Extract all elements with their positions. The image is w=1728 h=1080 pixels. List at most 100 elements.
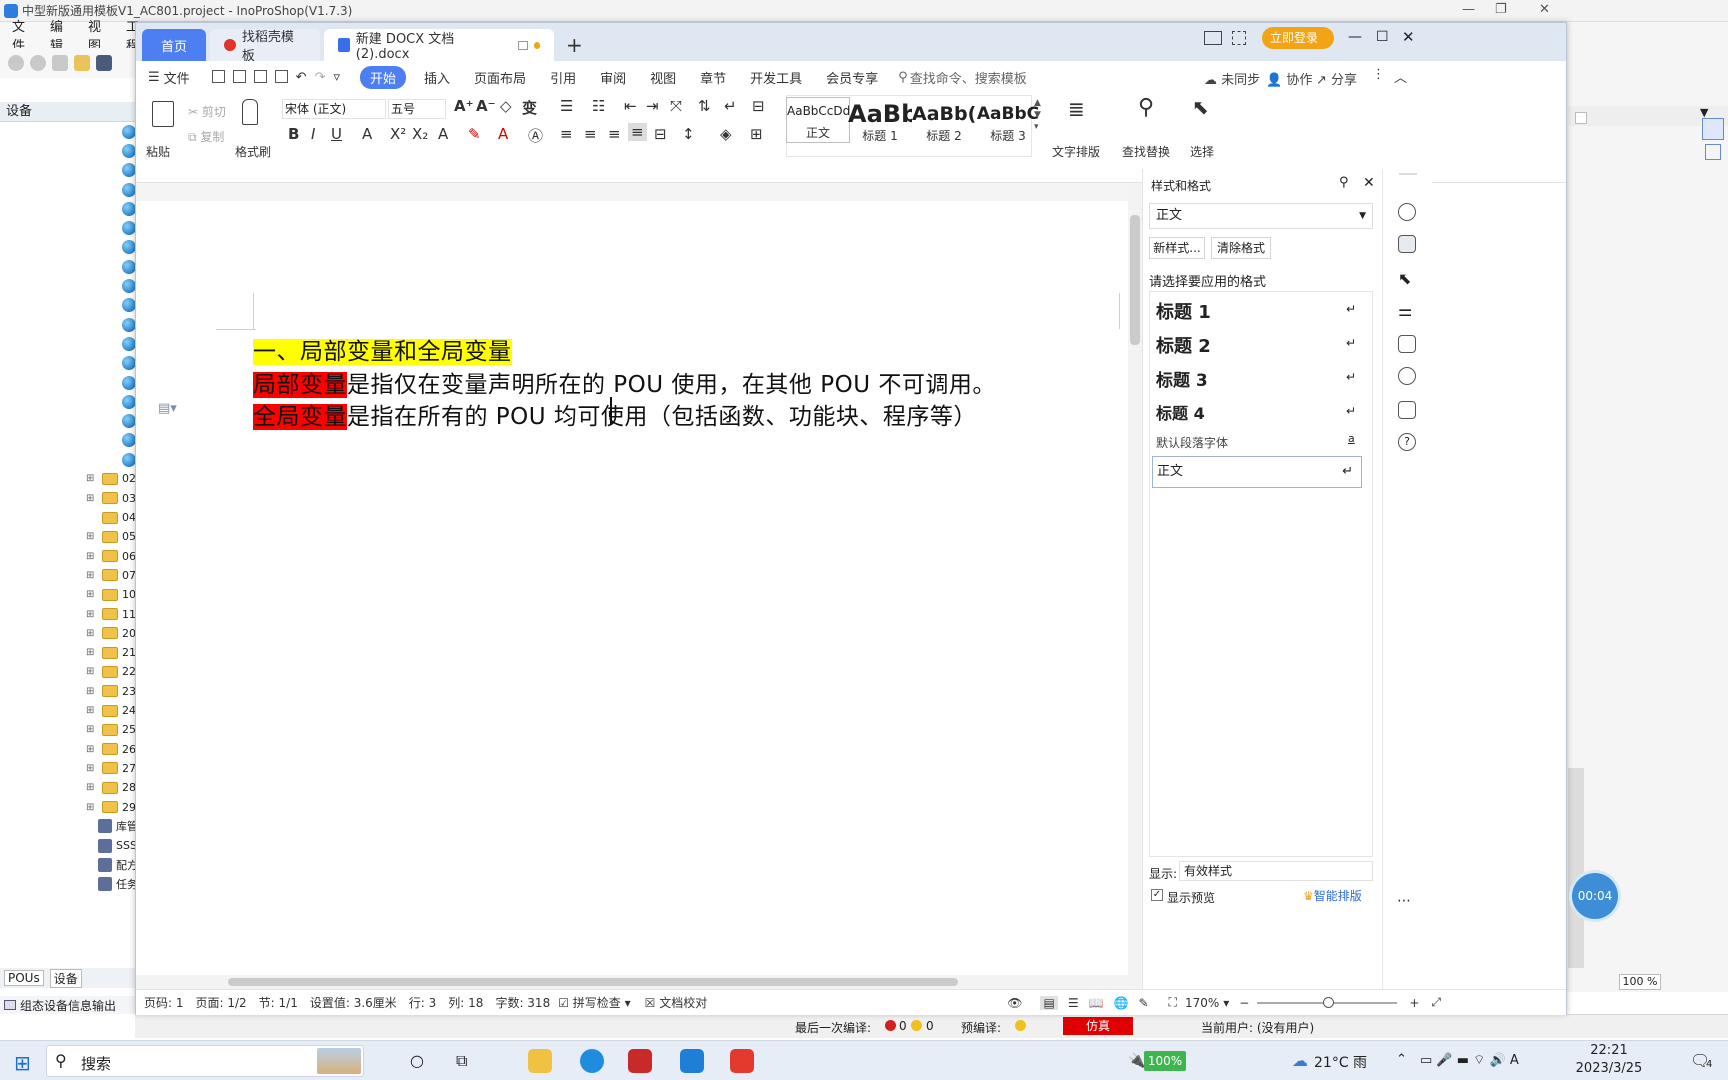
page-view-icon[interactable]: ▤ [1040,995,1058,1010]
text-direction-icon[interactable]: ⤧ [670,97,682,115]
status-setting[interactable]: 设置值: 3.6厘米 [310,994,397,1011]
collab-button[interactable]: 👤 协作 [1266,69,1312,88]
show-filter-select[interactable]: 有效样式 [1179,861,1373,881]
sync-status[interactable]: ☁ 未同步 [1204,69,1260,88]
tree-item-row[interactable]: 配方 [0,855,150,874]
tree-device-row[interactable] [0,315,150,334]
close-icon[interactable]: ✕ [1539,2,1550,17]
status-page-code[interactable]: 页码: 1 [144,994,184,1011]
edge-icon[interactable] [580,1049,604,1073]
recording-timer[interactable]: 00:04 [1572,873,1618,919]
font-size-select[interactable]: 五号 [388,99,446,119]
help-icon[interactable]: ? [1398,433,1416,451]
book-icon[interactable] [1398,401,1416,419]
tree-folder-row[interactable]: ⊞27_P [0,759,150,778]
rocket-icon[interactable] [1398,203,1416,221]
tree-device-row[interactable] [0,354,150,373]
font-name-select[interactable]: 宋体 (正文) [282,99,386,119]
style-list-normal[interactable]: 正文 ↵ [1152,456,1362,488]
grow-font-icon[interactable]: A⁺ [454,97,474,115]
new-tab-button[interactable]: + [558,29,591,61]
inoproshop-icon[interactable] [680,1049,704,1073]
tree-device-row[interactable] [0,141,150,160]
distributed-icon[interactable]: ⊟ [654,125,667,143]
tab-template[interactable]: 找稻壳模板 [210,29,320,64]
numbered-list-icon[interactable]: ☷ [592,97,605,115]
layout-icon[interactable] [1204,31,1222,45]
style-list-heading-3[interactable]: 标题 3 [1156,366,1208,391]
menu-chapter[interactable]: 章节 [688,68,738,87]
search-icon[interactable]: ⚲ [898,70,908,85]
italic-icon[interactable]: I [311,125,315,143]
menu-review[interactable]: 审阅 [588,68,638,87]
doc-line-2[interactable]: 全局变量是指在所有的 POU 均可使用（包括函数、功能块、程序等） [253,397,977,431]
wps-minimize-icon[interactable]: — [1348,29,1362,45]
tab-document[interactable]: 新建 DOCX 文档 (2).docx [324,29,554,62]
current-style-select[interactable]: 正文 ▼ [1149,203,1373,229]
open-folder-icon[interactable] [74,55,90,71]
menu-references[interactable]: 引用 [538,68,588,87]
style-normal[interactable]: AaBbCcDd 正文 [786,97,850,143]
forward-icon[interactable] [30,55,46,71]
zoom-out-icon[interactable]: − [1239,996,1249,1010]
expand-icon[interactable]: ⊞ [86,609,96,620]
paste-icon[interactable] [152,101,174,127]
shading-icon[interactable]: ◈ [720,125,732,143]
tree-device-row[interactable] [0,161,150,180]
pane-close-icon[interactable]: ✕ [1363,175,1375,191]
read-view-icon[interactable]: 📖 [1089,996,1104,1010]
navigation-icon[interactable] [1398,367,1416,385]
tree-device-row[interactable] [0,122,150,141]
tree-folder-row[interactable]: ⊞28_P [0,778,150,797]
zoom-slider-thumb[interactable] [1323,996,1335,1008]
styles-pane-title[interactable]: 样式和格式 [1151,177,1211,194]
menu-start[interactable]: 开始 [360,65,407,89]
battery-indicator[interactable]: 100% [1144,1051,1186,1071]
pin-icon[interactable]: ⚲ [1339,175,1349,190]
font-color-icon[interactable]: A [498,125,508,143]
expand-icon[interactable]: ⊞ [86,686,96,697]
menu-developer[interactable]: 开发工具 [738,68,814,87]
ide-right-scrollbar[interactable] [1568,768,1584,968]
tree-folder-row[interactable]: ⊞10_P [0,585,150,604]
expand-icon[interactable]: ⊞ [86,802,96,813]
expand-icon[interactable]: ⊞ [86,724,96,735]
properties-icon[interactable] [1702,118,1724,140]
tree-device-row[interactable] [0,373,150,392]
toolbox-icon[interactable] [1705,144,1721,160]
superscript-icon[interactable]: X² [390,125,406,143]
expand-icon[interactable]: ⊞ [86,763,96,774]
tree-item-row[interactable]: 库管 [0,817,150,836]
fit-page-icon[interactable]: ⛶ [1169,995,1177,1010]
expand-icon[interactable]: ⊞ [86,782,96,793]
output-panel-tab[interactable]: 组态设备信息输出 [0,996,150,1014]
tree-device-row[interactable] [0,296,150,315]
style-list-default-font[interactable]: 默认段落字体 [1156,434,1228,451]
windows-start-icon[interactable]: ⊞ [14,1051,31,1075]
status-section[interactable]: 节: 1/1 [259,994,298,1011]
zoom-dropdown-icon[interactable]: ▾ [1223,996,1229,1010]
bullet-list-icon[interactable]: ☰ [560,97,573,115]
edit-pen-icon[interactable] [1398,235,1416,253]
line-spacing-icon[interactable]: ↕ [682,125,695,143]
text-effect-icon[interactable]: A [438,125,448,143]
expand-icon[interactable]: ⊞ [86,473,96,484]
style-heading-2[interactable]: AaBb( 标题 2 [912,101,976,149]
wps-maximize-icon[interactable]: ☐ [1376,29,1389,45]
restore-icon[interactable]: ❐ [1495,2,1507,17]
menu-member[interactable]: 会员专享 [814,68,890,87]
tree-folder-row[interactable]: ⊞07_C [0,566,150,585]
align-right-icon[interactable]: ≡ [608,125,621,143]
document-canvas[interactable] [136,183,1136,995]
clock-date[interactable]: 2023/3/25 [1572,1061,1646,1076]
tree-folder-row[interactable]: ⊞29_P [0,797,150,816]
expand-icon[interactable]: ⊞ [86,531,96,542]
customize-icon[interactable]: ▿ [333,70,340,85]
tree-folder-row[interactable]: ⊞03_F [0,489,150,508]
zoom-in-icon[interactable]: + [1409,996,1419,1010]
back-icon[interactable] [8,55,24,71]
zoom-slider[interactable] [1257,996,1398,1008]
format-painter-label[interactable]: 格式刷 [235,143,271,160]
more-dots-icon[interactable]: ⋯ [1397,893,1411,909]
horizontal-scroll-thumb[interactable] [228,978,958,986]
